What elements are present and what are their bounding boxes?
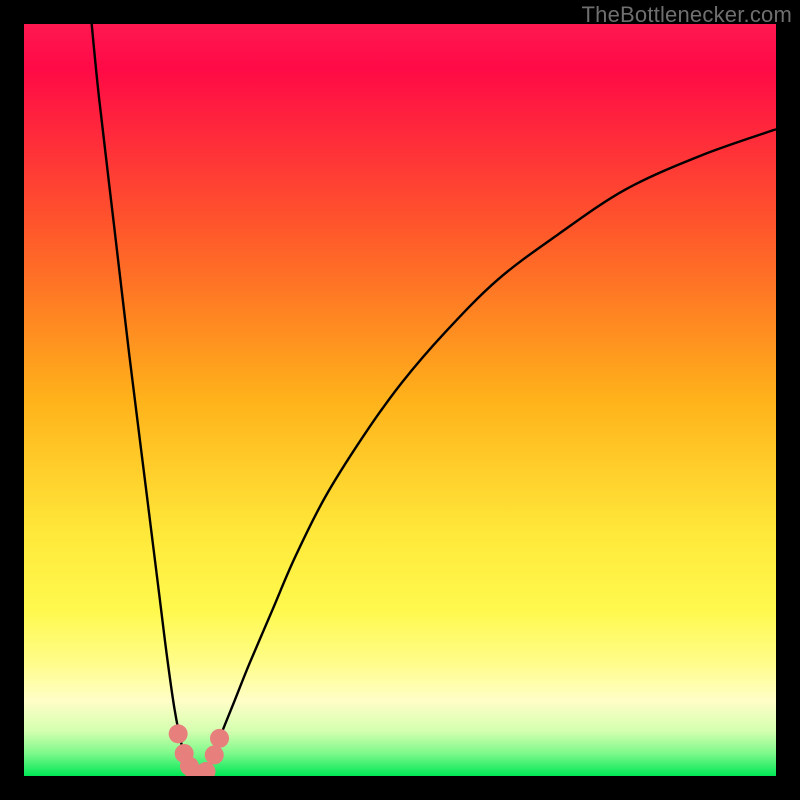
plot-svg — [24, 24, 776, 776]
gradient-background — [24, 24, 776, 776]
sweet-spot-marker — [210, 729, 229, 748]
chart-frame: TheBottlenecker.com — [0, 0, 800, 800]
sweet-spot-marker — [169, 724, 188, 743]
plot-area — [24, 24, 776, 776]
sweet-spot-marker — [205, 745, 224, 764]
